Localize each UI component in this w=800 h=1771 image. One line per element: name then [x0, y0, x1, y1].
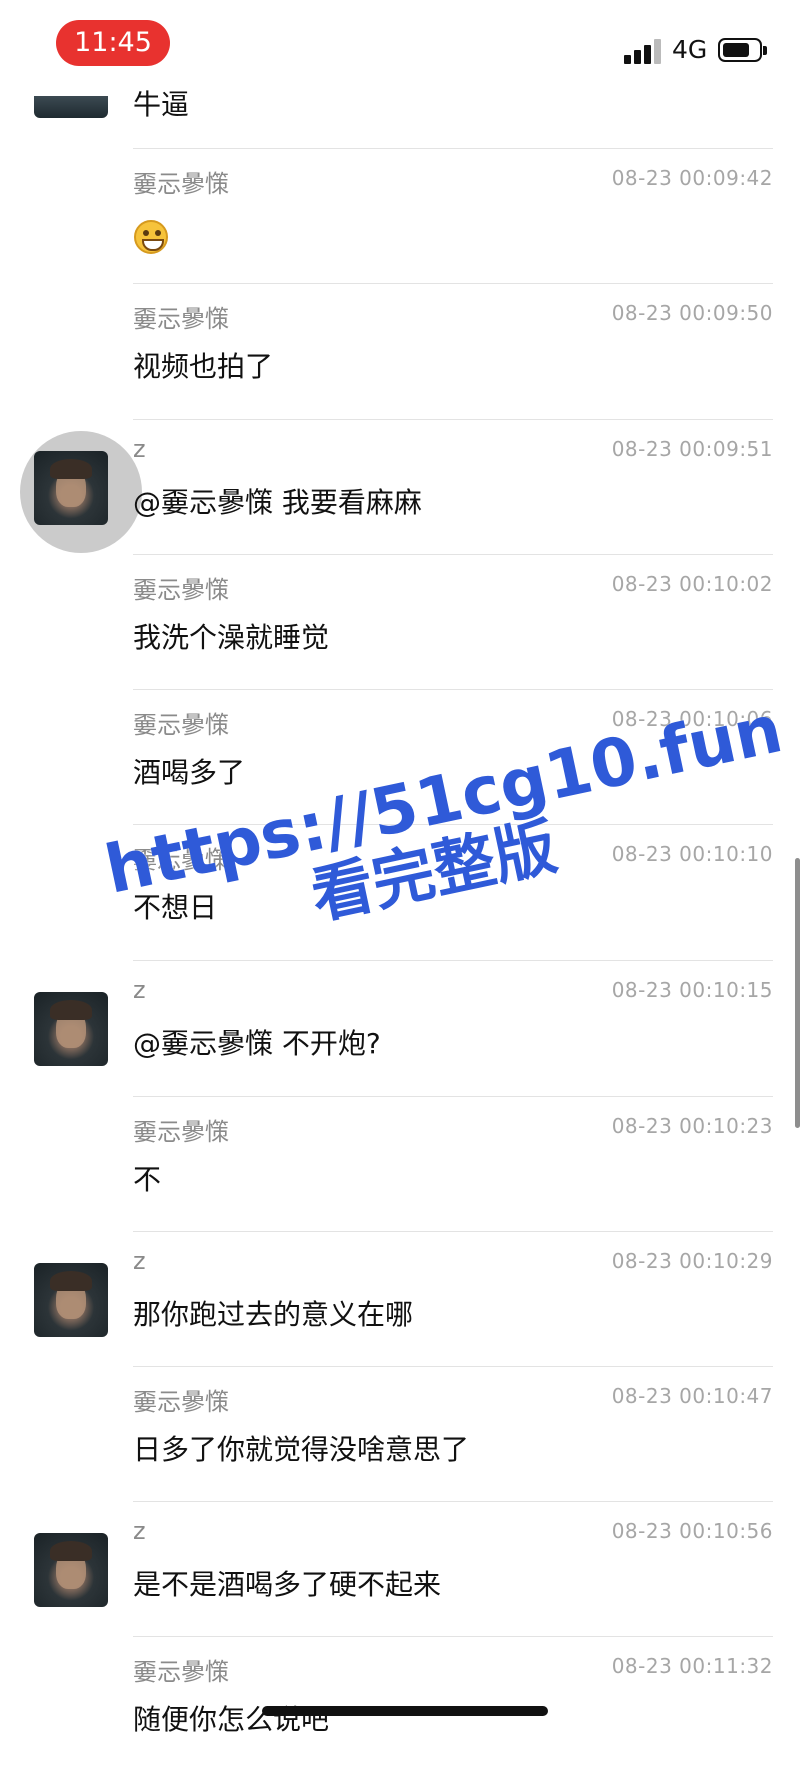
- message-item[interactable]: 嫑忈曑憡 08-23 00:10:02 我洗个澡就睡觉: [0, 554, 800, 689]
- avatar[interactable]: [34, 451, 108, 525]
- network-type: 4G: [672, 35, 708, 64]
- divider: [133, 554, 773, 555]
- avatar[interactable]: [34, 1533, 108, 1607]
- message-text: 是不是酒喝多了硬不起来: [133, 1568, 442, 1601]
- sender-name: z: [133, 435, 146, 463]
- signal-icon: [624, 38, 664, 64]
- message-item[interactable]: z 08-23 00:10:56 是不是酒喝多了硬不起来: [0, 1501, 800, 1636]
- sender-name: 嫑忈曑憡: [133, 711, 229, 739]
- sender-name: z: [133, 1247, 146, 1275]
- message-item[interactable]: 嫑忈曑憡 08-23 00:10:23 不: [0, 1096, 800, 1231]
- message-text: 我洗个澡就睡觉: [133, 621, 330, 654]
- message-time: 08-23 00:09:50: [611, 301, 773, 325]
- message-text: 视频也拍了: [133, 350, 274, 383]
- message-text: 不: [133, 1163, 162, 1196]
- message-text: 日多了你就觉得没啥意思了: [133, 1433, 470, 1466]
- avatar[interactable]: [34, 1263, 108, 1337]
- divider: [133, 1501, 773, 1502]
- message-time: 08-23 00:10:29: [611, 1249, 773, 1273]
- message-time: 08-23 00:09:51: [611, 437, 773, 461]
- sender-name: 嫑忈曑憡: [133, 170, 229, 198]
- home-indicator[interactable]: [262, 1706, 548, 1716]
- grinning-face-icon: [134, 220, 168, 254]
- divider: [133, 1231, 773, 1232]
- message-time: 08-23 00:10:02: [611, 572, 773, 596]
- message-item[interactable]: z 08-23 00:09:51 @嫑忈曑憡 我要看麻麻: [0, 419, 800, 554]
- sender-name: 嫑忈曑憡: [133, 1388, 229, 1416]
- divider: [133, 283, 773, 284]
- sender-name: 嫑忈曑憡: [133, 1118, 229, 1146]
- avatar[interactable]: [34, 96, 108, 118]
- message-item[interactable]: z 08-23 00:10:29 那你跑过去的意义在哪: [0, 1231, 800, 1366]
- divider: [133, 1096, 773, 1097]
- sender-name: 嫑忈曑憡: [133, 576, 229, 604]
- message-text: 随便你怎么说吧: [133, 1703, 330, 1736]
- divider: [133, 148, 773, 149]
- message-text: 那你跑过去的意义在哪: [133, 1298, 414, 1331]
- message-time: 08-23 00:11:32: [611, 1654, 773, 1678]
- message-time: 08-23 00:10:56: [611, 1519, 773, 1543]
- message-item[interactable]: 嫑忈曑憡 08-23 00:09:50 视频也拍了: [0, 283, 800, 418]
- message-text: 酒喝多了: [133, 756, 246, 789]
- divider: [133, 1366, 773, 1367]
- message-item[interactable]: 嫑忈曑憡 08-23 00:10:47 日多了你就觉得没啥意思了: [0, 1366, 800, 1501]
- divider: [133, 419, 773, 420]
- sender-name: z: [133, 1517, 146, 1545]
- message-time: 08-23 00:09:42: [611, 166, 773, 190]
- status-time[interactable]: 11:45: [56, 20, 170, 66]
- divider: [133, 689, 773, 690]
- message-text: @嫑忈曑憡 我要看麻麻: [133, 486, 422, 519]
- message-text: 牛逼: [133, 88, 190, 121]
- message-time: 08-23 00:10:47: [611, 1384, 773, 1408]
- message-item[interactable]: 嫑忈曑憡 08-23 00:09:42: [0, 148, 800, 283]
- divider: [133, 1636, 773, 1637]
- sender-name: 嫑忈曑憡: [133, 1658, 229, 1686]
- message-item[interactable]: 嫑忈曑憡 08-23 00:11:32 随便你怎么说吧: [0, 1636, 800, 1771]
- scrollbar[interactable]: [795, 858, 800, 1128]
- battery-icon: [718, 38, 767, 62]
- avatar[interactable]: [34, 992, 108, 1066]
- message-time: 08-23 00:10:23: [611, 1114, 773, 1138]
- status-bar: 11:45 4G: [0, 0, 800, 96]
- sender-name: 嫑忈曑憡: [133, 305, 229, 333]
